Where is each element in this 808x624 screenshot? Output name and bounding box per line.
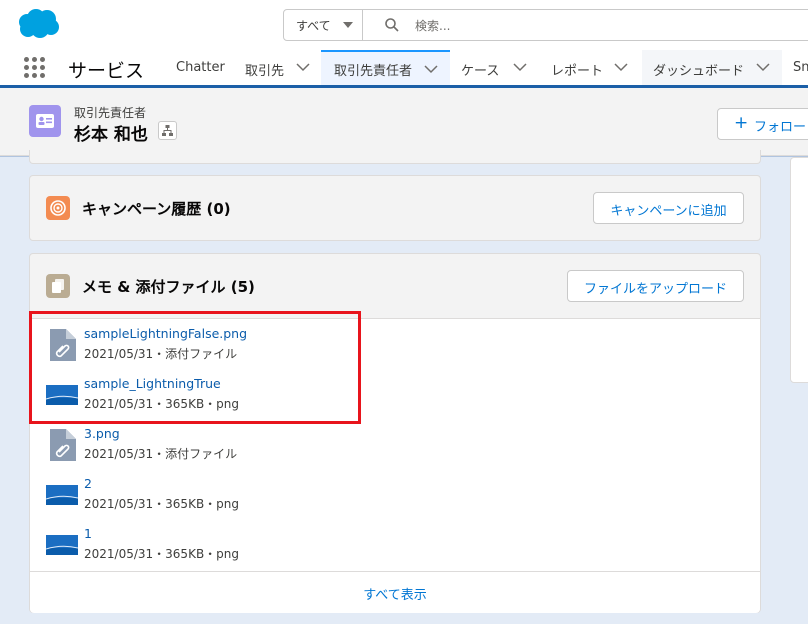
- notes-attachments-card: メモ & 添付ファイル (5) ファイルをアップロード sampleLightn…: [29, 253, 761, 613]
- global-header: すべて 検索...: [0, 0, 808, 50]
- search-scope-label: すべて: [296, 19, 331, 33]
- notes-attachments-icon: [46, 274, 70, 298]
- record-highlights: 取引先責任者 杉本 和也 + フォロー: [0, 88, 808, 156]
- attachment-file-icon: [50, 429, 76, 461]
- card-title: メモ & 添付ファイル (5): [82, 278, 255, 296]
- tab-label: 取引先: [245, 64, 285, 79]
- record-title: 杉本 和也: [74, 125, 148, 145]
- file-meta: 2021/05/31・365KB・png: [84, 547, 240, 561]
- chevron-down-icon[interactable]: [296, 63, 310, 72]
- add-to-campaign-button[interactable]: キャンペーンに追加: [593, 192, 744, 224]
- global-search[interactable]: すべて 検索...: [283, 9, 808, 41]
- hierarchy-icon[interactable]: [158, 121, 177, 140]
- file-name-link[interactable]: 1: [84, 526, 92, 541]
- tab-chatter[interactable]: Chatter: [165, 50, 237, 85]
- highlight-annotation-box: [29, 311, 361, 424]
- card-footer: すべて表示: [30, 571, 760, 613]
- tab-label: Chatter: [176, 60, 225, 75]
- file-meta: 2021/05/31・添付ファイル: [84, 447, 238, 461]
- follow-button-label: フォロー: [754, 120, 807, 135]
- chevron-down-icon[interactable]: [614, 63, 628, 72]
- list-item[interactable]: 1 2021/05/31・365KB・png: [30, 523, 760, 573]
- chevron-down-icon[interactable]: [513, 63, 527, 72]
- search-scope-dropdown[interactable]: すべて: [284, 10, 363, 40]
- tab-contacts[interactable]: 取引先責任者: [321, 50, 450, 85]
- image-thumbnail-icon: [46, 485, 78, 505]
- plus-icon: +: [734, 113, 749, 133]
- tab-label: ダッシュボード: [653, 64, 745, 79]
- list-item[interactable]: 3.png 2021/05/31・添付ファイル: [30, 423, 760, 473]
- tab-label: Sn: [793, 60, 808, 75]
- campaign-history-card: キャンペーン履歴 (0) キャンペーンに追加: [29, 175, 761, 241]
- upload-files-button[interactable]: ファイルをアップロード: [567, 270, 744, 302]
- campaign-icon: [46, 196, 70, 220]
- caret-down-icon: [343, 22, 353, 28]
- view-all-link[interactable]: すべて表示: [30, 584, 760, 603]
- tab-label: ケース: [461, 64, 500, 79]
- tab-label: 取引先責任者: [334, 64, 413, 79]
- file-meta: 2021/05/31・365KB・png: [84, 497, 240, 511]
- card-title: キャンペーン履歴 (0): [82, 200, 231, 218]
- record-object-label: 取引先責任者: [74, 106, 147, 120]
- chevron-down-icon[interactable]: [424, 65, 438, 74]
- file-name-link[interactable]: 3.png: [84, 426, 120, 441]
- contact-object-icon: [29, 105, 61, 137]
- list-item[interactable]: 2 2021/05/31・365KB・png: [30, 473, 760, 523]
- tab-reports[interactable]: レポート: [540, 50, 642, 85]
- search-input[interactable]: 検索...: [415, 17, 450, 34]
- previous-card-edge: [29, 150, 761, 164]
- tab-cases[interactable]: ケース: [450, 50, 540, 85]
- tab-accounts[interactable]: 取引先: [237, 50, 321, 85]
- chevron-down-icon[interactable]: [756, 63, 770, 72]
- follow-button[interactable]: + フォロー: [717, 108, 808, 140]
- file-name-link[interactable]: 2: [84, 476, 92, 491]
- app-launcher-icon[interactable]: [24, 57, 46, 79]
- right-side-panel: [790, 157, 808, 383]
- tab-more[interactable]: Sn: [782, 50, 808, 85]
- app-nav-bar: サービス Chatter 取引先 取引先責任者 ケース レポート ダッシュボード…: [0, 50, 808, 88]
- tab-label: レポート: [551, 64, 604, 79]
- tab-dashboards[interactable]: ダッシュボード: [642, 50, 782, 85]
- search-icon: [385, 18, 399, 32]
- image-thumbnail-icon: [46, 535, 78, 555]
- salesforce-logo-icon[interactable]: [16, 8, 60, 40]
- app-name: サービス: [68, 60, 145, 82]
